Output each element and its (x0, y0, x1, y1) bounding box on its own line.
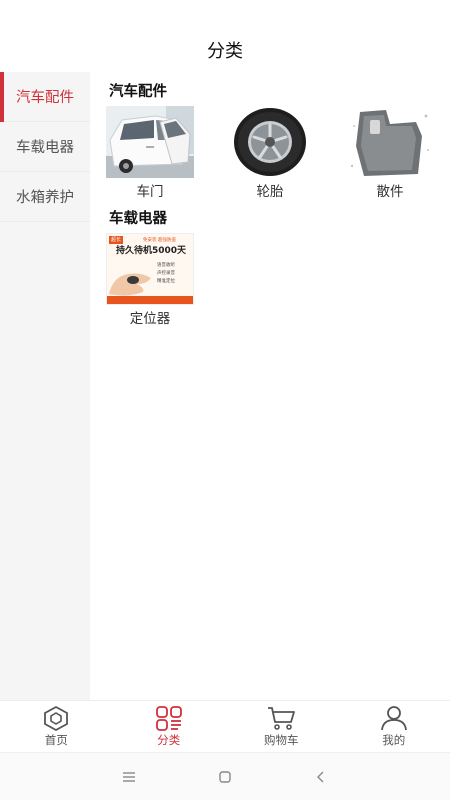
product-label: 散件 (376, 184, 404, 200)
ad-feature: 语音收听 (157, 263, 175, 268)
tab-label: 购物车 (264, 733, 299, 747)
floor-mat-image (346, 106, 434, 178)
tab-home[interactable]: 首页 (0, 701, 113, 752)
ad-brand-tag: 超长 (109, 236, 124, 244)
tab-label: 首页 (44, 733, 68, 747)
tab-category[interactable]: 分类 (113, 701, 226, 752)
system-home-button[interactable] (177, 753, 273, 800)
category-content: 汽车配件 车门 轮胎 散件 车载电器 超长 免安装 超强防盗 持久待机5000天… (90, 72, 450, 700)
page-header: 分类 (0, 28, 450, 72)
system-back-button[interactable] (273, 753, 369, 800)
sidebar-item-label: 水箱养护 (16, 190, 74, 206)
cart-icon (268, 707, 296, 730)
sidebar-item-label: 车载电器 (16, 140, 74, 156)
page-title: 分类 (207, 41, 243, 62)
section-title-car-electronics: 车载电器 (109, 211, 167, 227)
system-menu-button[interactable] (81, 753, 177, 800)
bottom-tabbar: 首页 分类 购物车 我的 (0, 700, 450, 752)
category-sidebar: 汽车配件 车载电器 水箱养护 (0, 72, 90, 700)
sidebar-item-radiator-care[interactable]: 水箱养护 (0, 172, 90, 222)
section-title-auto-parts: 汽车配件 (109, 84, 167, 100)
product-label: 车门 (136, 184, 164, 200)
tab-cart[interactable]: 购物车 (225, 701, 338, 752)
home-hexagon-icon (44, 705, 69, 731)
menu-icon (123, 771, 135, 782)
ad-feature: 声控录音 (157, 271, 175, 276)
product-spare-parts[interactable]: 散件 (345, 106, 435, 200)
sidebar-item-car-electronics[interactable]: 车载电器 (0, 122, 90, 172)
product-label: 轮胎 (256, 184, 284, 200)
ad-top-tag: 免安装 超强防盗 (143, 238, 176, 243)
ad-feature: 精准定位 (157, 279, 175, 284)
ad-bottom-band (107, 296, 193, 304)
product-label: 定位器 (129, 311, 171, 327)
tire-image (226, 106, 314, 178)
hand-holding-device-icon (109, 273, 151, 296)
product-car-door[interactable]: 车门 (105, 106, 195, 200)
home-square-icon (219, 770, 231, 783)
status-bar (0, 0, 450, 28)
system-navigation-bar (0, 752, 450, 800)
tab-label: 我的 (382, 733, 406, 747)
car-door-image (106, 106, 194, 178)
product-gps-tracker[interactable]: 超长 免安装 超强防盗 持久待机5000天 语音收听 声控录音 精准定位 定位器 (105, 233, 195, 327)
tab-label: 分类 (157, 733, 181, 747)
category-grid-icon (155, 706, 182, 731)
back-chevron-icon (317, 771, 324, 782)
ad-headline: 持久待机5000天 (115, 246, 187, 256)
sidebar-item-auto-parts[interactable]: 汽车配件 (0, 72, 90, 122)
user-icon (380, 706, 407, 731)
product-tire[interactable]: 轮胎 (225, 106, 315, 200)
sidebar-item-label: 汽车配件 (16, 90, 74, 106)
gps-tracker-image: 超长 免安装 超强防盗 持久待机5000天 语音收听 声控录音 精准定位 (106, 233, 194, 305)
tab-profile[interactable]: 我的 (338, 701, 450, 752)
